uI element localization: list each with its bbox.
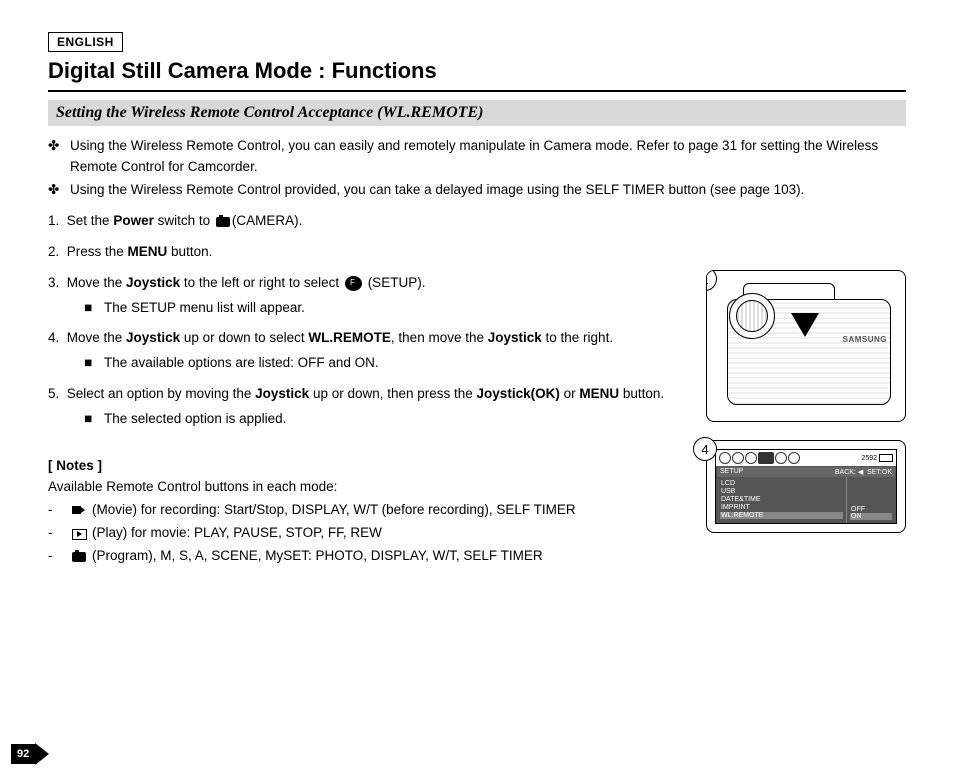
figures-column: 1 SAMSUNG 4 2592 SETUP BACK — [706, 270, 906, 551]
page-number: 92 — [14, 743, 49, 765]
step-1: 1. Set the Power switch to (CAMERA). — [48, 211, 906, 232]
setup-icon — [345, 276, 362, 291]
figure-badge: 4 — [693, 437, 717, 461]
step-2: 2. Press the MENU button. — [48, 242, 906, 263]
bullet-mark: ✤ — [48, 136, 70, 178]
screen-options: OFF ON — [846, 477, 895, 522]
screen-setok-label: SET:OK — [867, 469, 892, 476]
section-subtitle: Setting the Wireless Remote Control Acce… — [48, 100, 906, 126]
intro-bullet: ✤ Using the Wireless Remote Control, you… — [48, 136, 906, 178]
screen-menu-list: LCD USB DATE&TIME IMPRINT WL.REMOTE — [717, 477, 846, 522]
sub-text: The SETUP menu list will appear. — [104, 298, 305, 319]
sub-text: The selected option is applied. — [104, 409, 286, 430]
square-bullet: ■ — [84, 353, 104, 374]
intro-text: Using the Wireless Remote Control, you c… — [70, 136, 906, 178]
movie-icon — [72, 505, 86, 516]
resolution-label: 2592 — [861, 455, 877, 462]
menu-item: LCD — [720, 480, 843, 487]
intro-text: Using the Wireless Remote Control provid… — [70, 180, 804, 201]
mode-icons-row — [719, 452, 801, 464]
arrow-down-icon — [791, 313, 819, 337]
camera-icon — [216, 216, 230, 227]
square-bullet: ■ — [84, 409, 104, 430]
triangle-icon — [35, 743, 49, 765]
camera-screen: 2592 SETUP BACK: ◀ SET:OK LCD USB DATE&T… — [715, 449, 897, 524]
option-item-selected: ON — [850, 513, 892, 520]
language-badge: ENGLISH — [48, 32, 123, 52]
camera-illustration: SAMSUNG — [713, 277, 899, 415]
bullet-mark: ✤ — [48, 180, 70, 201]
play-icon — [72, 529, 87, 540]
brand-label: SAMSUNG — [843, 335, 887, 344]
menu-item: IMPRINT — [720, 504, 843, 511]
screen-back-label: BACK: — [835, 469, 856, 476]
figure-4: 4 2592 SETUP BACK: ◀ SET:OK LCD USB — [706, 440, 906, 533]
menu-item: USB — [720, 488, 843, 495]
option-item: OFF — [850, 506, 892, 513]
figure-1: 1 SAMSUNG — [706, 270, 906, 422]
sub-text: The available options are listed: OFF an… — [104, 353, 379, 374]
intro-bullet: ✤ Using the Wireless Remote Control prov… — [48, 180, 906, 201]
camera-icon — [72, 551, 86, 562]
manual-page: ENGLISH Digital Still Camera Mode : Func… — [0, 0, 954, 779]
square-bullet: ■ — [84, 298, 104, 319]
screen-setup-label: SETUP — [720, 468, 743, 476]
menu-item: DATE&TIME — [720, 496, 843, 503]
page-title: Digital Still Camera Mode : Functions — [48, 58, 906, 92]
battery-icon — [879, 454, 893, 462]
menu-item-selected: WL.REMOTE — [720, 512, 843, 519]
